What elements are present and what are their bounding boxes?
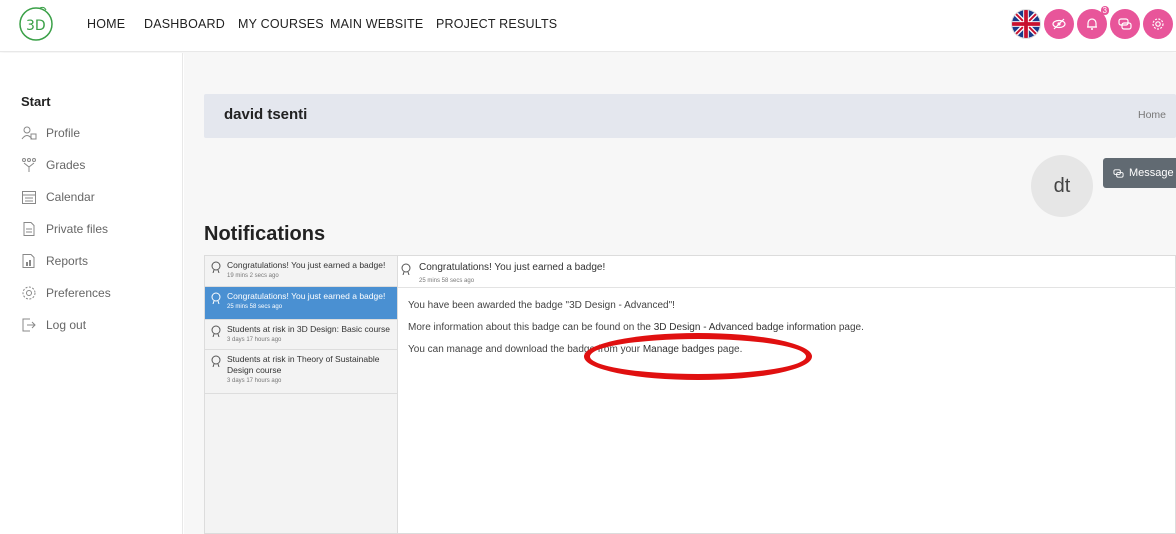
notification-body-line: More information about this badge can be… (408, 322, 864, 333)
nav-home[interactable]: HOME (87, 17, 125, 31)
notification-body-line: You have been awarded the badge "3D Desi… (408, 300, 675, 311)
badge-icon (211, 261, 221, 273)
message-button[interactable]: Message (1103, 158, 1176, 188)
sidebar-title: Start (21, 94, 51, 109)
notification-detail: Congratulations! You just earned a badge… (398, 255, 1176, 534)
message-button-label: Message (1129, 167, 1174, 179)
badge-icon (211, 355, 221, 367)
notification-list: Congratulations! You just earned a badge… (204, 255, 398, 534)
main-content: david tsenti Home dt Message Notificatio… (184, 53, 1176, 534)
nav-project-results[interactable]: PROJECT RESULTS (436, 17, 557, 31)
notification-time: 25 mins 58 secs ago (227, 304, 283, 310)
notification-time: 19 mins 2 secs ago (227, 273, 279, 279)
svg-text:3D: 3D (26, 18, 46, 34)
page-title: david tsenti (224, 106, 308, 123)
sidebar-item-label: Log out (46, 318, 87, 332)
sidebar-item-label: Grades (46, 158, 86, 172)
body-text: page. (836, 322, 864, 333)
gear-icon (22, 286, 36, 300)
list-item[interactable]: Students at risk in Theory of Sustainabl… (205, 350, 397, 394)
notifications-bell-icon[interactable]: 3 (1077, 6, 1109, 39)
notification-text: Students at risk in 3D Design: Basic cou… (227, 324, 390, 334)
profile-icon (21, 126, 37, 140)
badge-icon (401, 263, 411, 275)
reports-icon (22, 254, 35, 268)
manage-badges-link[interactable]: Manage badges (643, 344, 715, 355)
badge-icon (211, 325, 221, 337)
nav-my-courses[interactable]: MY COURSES (238, 17, 324, 31)
avatar[interactable]: dt (1031, 155, 1093, 217)
logout-icon (22, 318, 36, 332)
breadcrumb-home[interactable]: Home (1138, 109, 1166, 121)
sidebar: Start Profile Grades Calendar Private fi… (0, 53, 183, 534)
nav-dashboard[interactable]: DASHBOARD (144, 17, 225, 31)
sidebar-item-preferences[interactable]: Preferences (21, 282, 171, 304)
notification-time: 3 days 17 hours ago (227, 337, 282, 343)
sidebar-item-label: Calendar (46, 190, 95, 204)
language-flag-icon[interactable] (1011, 9, 1041, 39)
body-text: You can manage and download the badge fr… (408, 344, 643, 355)
sidebar-item-private-files[interactable]: Private files (21, 218, 171, 240)
site-logo[interactable]: 3D (18, 6, 54, 44)
sidebar-item-calendar[interactable]: Calendar (21, 186, 171, 208)
settings-gear-icon[interactable] (1143, 9, 1173, 39)
sidebar-item-label: Profile (46, 126, 81, 140)
notification-text: Congratulations! You just earned a badge… (227, 291, 386, 301)
notification-text: Students at risk in Theory of Sustainabl… (227, 354, 380, 375)
list-item[interactable]: Congratulations! You just earned a badge… (205, 256, 397, 287)
notification-time: 25 mins 58 secs ago (419, 278, 475, 284)
notification-text: Congratulations! You just earned a badge… (227, 260, 386, 270)
file-icon (23, 222, 35, 236)
body-text: More information about this badge can be… (408, 322, 654, 333)
grades-icon (22, 158, 36, 172)
list-item[interactable]: Students at risk in 3D Design: Basic cou… (205, 320, 397, 350)
sidebar-item-grades[interactable]: Grades (21, 154, 171, 176)
notification-time: 3 days 17 hours ago (227, 378, 282, 384)
notification-count-badge: 3 (1100, 6, 1109, 15)
eye-off-icon[interactable] (1044, 9, 1074, 39)
top-navbar: 3D HOME DASHBOARD MY COURSES MAIN WEBSIT… (0, 0, 1176, 52)
sidebar-item-reports[interactable]: Reports (21, 250, 171, 272)
sidebar-item-logout[interactable]: Log out (21, 314, 171, 336)
calendar-icon (22, 191, 36, 204)
notifications-heading: Notifications (204, 223, 326, 245)
sidebar-item-label: Preferences (46, 286, 111, 300)
sidebar-item-label: Reports (46, 254, 89, 268)
nav-main-website[interactable]: MAIN WEBSITE (330, 17, 423, 31)
message-icon (1113, 168, 1124, 178)
sidebar-item-profile[interactable]: Profile (21, 122, 171, 144)
notification-subject: Congratulations! You just earned a badge… (419, 262, 606, 273)
list-item[interactable]: Congratulations! You just earned a badge… (205, 287, 397, 320)
page-header: david tsenti Home (204, 94, 1176, 138)
notification-detail-header: Congratulations! You just earned a badge… (398, 256, 1176, 288)
sidebar-item-label: Private files (46, 222, 109, 236)
messages-icon[interactable] (1110, 9, 1140, 39)
badge-info-link[interactable]: 3D Design - Advanced badge information (654, 322, 836, 333)
body-text: page. (714, 344, 743, 355)
notification-body-line: You can manage and download the badge fr… (408, 344, 742, 355)
badge-icon (211, 292, 221, 304)
